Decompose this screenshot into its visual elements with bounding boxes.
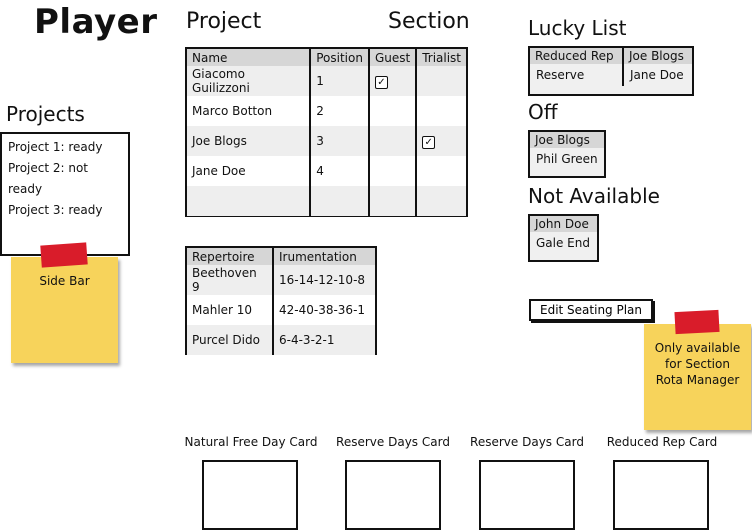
edit-seating-plan-button[interactable]: Edit Seating Plan <box>529 299 654 321</box>
lucky-list-header: Reduced Rep <box>530 48 622 64</box>
rota-manager-sticky-note: Only available for Section Rota Manager <box>644 324 751 430</box>
reduced-rep-card[interactable] <box>613 460 709 530</box>
off-title: Off <box>528 100 558 124</box>
player-position: 3 <box>310 126 370 156</box>
card-label: Reserve Days Card <box>470 435 584 449</box>
column-header-name[interactable]: Name <box>187 49 312 66</box>
instrumentation-value: 42-40-38-36-1 <box>279 303 366 317</box>
projects-list: Project 1: ready Project 2: not ready Pr… <box>0 132 130 256</box>
off-value[interactable]: Phil Green <box>530 148 604 170</box>
off-table: Joe Blogs Phil Green <box>528 130 606 178</box>
project-item[interactable]: Project 3: ready <box>8 200 122 221</box>
card-label: Reduced Rep Card <box>606 435 718 449</box>
section-heading: Section <box>388 9 470 34</box>
player-name: Marco Botton <box>187 96 312 126</box>
table-row[interactable]: Jane Doe 4 <box>187 156 466 186</box>
player-position: 1 <box>310 66 370 96</box>
repertoire-piece: Purcel Dido <box>187 325 274 355</box>
players-table: Name Position Guest Trialist Giacomo Gui… <box>185 47 468 217</box>
lucky-list-value[interactable]: Reserve <box>530 64 622 86</box>
lucky-list-title: Lucky List <box>528 16 627 40</box>
table-row[interactable]: Giacomo Guilizzoni 1 ✓ <box>187 66 466 96</box>
column-header-position[interactable]: Position <box>310 49 370 66</box>
not-available-title: Not Available <box>528 184 660 208</box>
lucky-list-header: Joe Blogs <box>624 48 692 64</box>
lucky-list-value[interactable]: Jane Doe <box>624 64 692 86</box>
project-item[interactable]: Project 1: ready <box>8 137 122 158</box>
reserve-days-card[interactable] <box>345 460 441 530</box>
project-heading: Project <box>186 9 262 34</box>
column-header-guest[interactable]: Guest <box>368 49 418 66</box>
not-available-header: John Doe <box>530 216 597 232</box>
card-label: Reserve Days Card <box>336 435 450 449</box>
column-header-repertoire[interactable]: Repertoire <box>187 248 274 265</box>
reserve-days-card[interactable] <box>479 460 575 530</box>
column-header-trialist[interactable]: Trialist <box>416 49 466 66</box>
sidebar-sticky-note: Side Bar <box>11 257 118 363</box>
project-item[interactable]: Project 2: not ready <box>8 158 122 200</box>
off-header: Joe Blogs <box>530 132 604 148</box>
not-available-table: John Doe Gale End <box>528 214 599 262</box>
card-label: Natural Free Day Card <box>184 435 318 449</box>
instrumentation-value: 16-14-12-10-8 <box>273 265 375 295</box>
player-position: 4 <box>310 156 370 186</box>
column-header-instrumentation[interactable]: Irumentation <box>273 248 375 265</box>
page-title: Player <box>34 2 158 42</box>
tape-decoration <box>40 242 88 268</box>
table-row[interactable]: Mahler 10 42-40-38-36-1 <box>187 295 375 325</box>
sticky-note-line: Rota Manager <box>655 373 740 387</box>
player-name: Giacomo Guilizzoni <box>187 66 312 96</box>
repertoire-table: Repertoire Irumentation Beethoven 9 16-1… <box>185 246 377 355</box>
player-name: Joe Blogs <box>187 126 312 156</box>
not-available-value[interactable]: Gale End <box>530 232 597 254</box>
sticky-note-line: Only available <box>654 341 741 355</box>
tape-decoration <box>674 309 720 335</box>
repertoire-piece: Mahler 10 <box>187 295 274 325</box>
repertoire-piece: Beethoven 9 <box>187 265 274 295</box>
projects-title: Projects <box>6 102 85 126</box>
trialist-checkbox-checked[interactable]: ✓ <box>422 135 436 149</box>
instrumentation-value: 6-4-3-2-1 <box>273 325 375 355</box>
table-row[interactable]: Beethoven 9 16-14-12-10-8 <box>187 265 375 295</box>
table-row[interactable]: Joe Blogs 3 ✓ <box>187 126 466 156</box>
table-row[interactable]: Purcel Dido 6-4-3-2-1 <box>187 325 375 355</box>
player-name: Jane Doe <box>187 156 312 186</box>
sticky-note-line: for Section <box>665 357 730 371</box>
lucky-list-table: Reduced Rep Reserve Joe Blogs Jane Doe <box>528 46 694 96</box>
natural-free-day-card[interactable] <box>202 460 298 530</box>
table-row[interactable]: Marco Botton 2 <box>187 96 466 126</box>
player-position: 2 <box>310 96 370 126</box>
guest-checkbox-checked[interactable]: ✓ <box>374 75 388 89</box>
table-row[interactable] <box>187 186 466 216</box>
